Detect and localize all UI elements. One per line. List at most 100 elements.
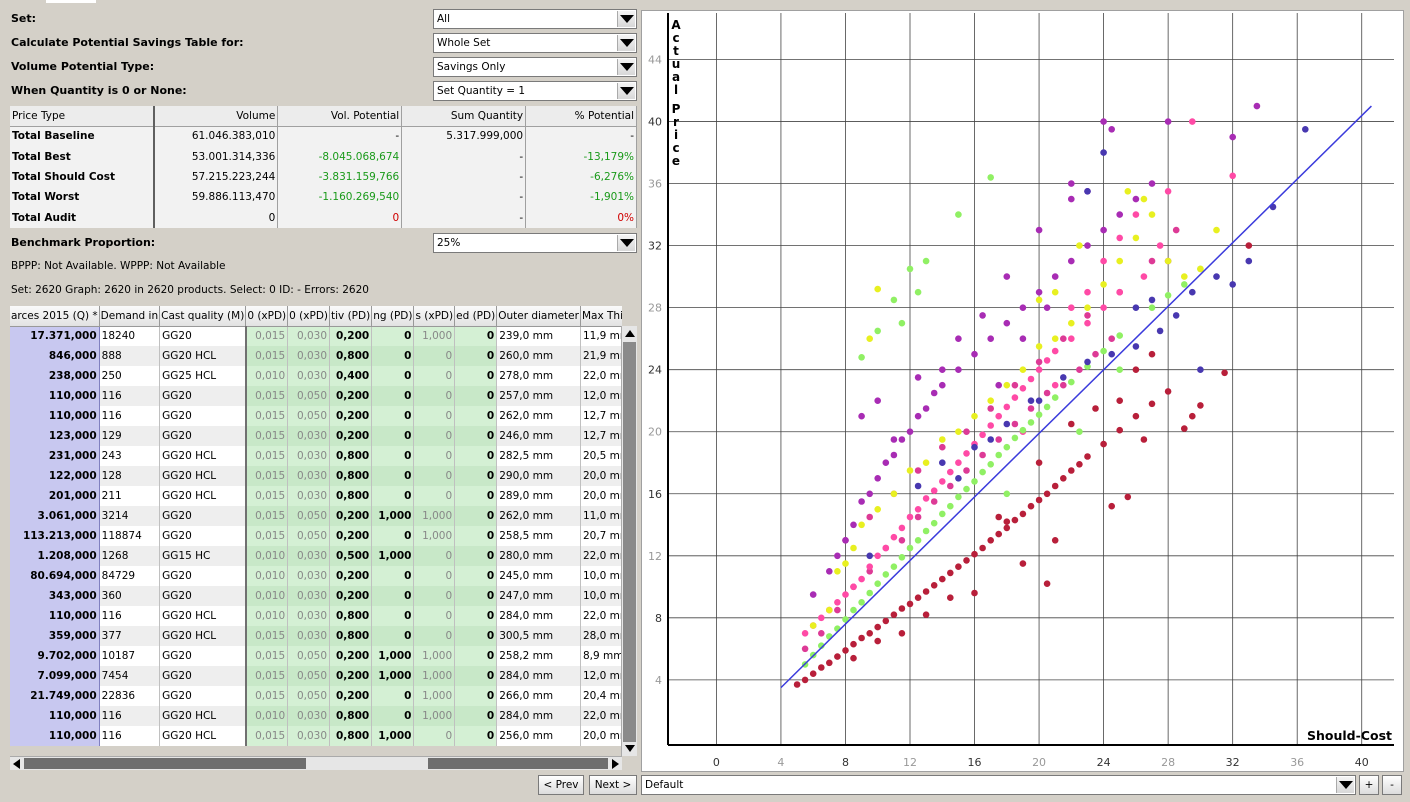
grid-row[interactable]: 113.213,000 118874 GG20 0,015 0,050 0,200 0 1,0… [10, 526, 622, 546]
grid-col-header[interactable]: arces 2015 (Q) * [10, 306, 100, 327]
data-point[interactable] [858, 354, 865, 361]
data-point[interactable] [1221, 369, 1228, 377]
data-point[interactable] [955, 335, 962, 343]
data-point[interactable] [1035, 226, 1043, 234]
data-point[interactable] [1100, 304, 1107, 312]
data-point[interactable] [914, 537, 922, 544]
data-point[interactable] [1140, 195, 1148, 203]
data-point[interactable] [939, 575, 946, 583]
data-point[interactable] [939, 366, 946, 374]
data-point[interactable] [1003, 524, 1011, 532]
col-price-type[interactable]: Price Type [10, 106, 155, 127]
data-point[interactable] [1019, 385, 1027, 392]
data-point[interactable] [1035, 397, 1043, 405]
data-point[interactable] [939, 436, 946, 443]
data-point[interactable] [1164, 118, 1172, 125]
data-point[interactable] [874, 506, 881, 513]
col-sum-quantity[interactable]: Sum Quantity [401, 106, 527, 127]
data-point[interactable] [1060, 335, 1067, 343]
data-point[interactable] [955, 563, 962, 570]
grid-row[interactable]: 21.749,000 22836 GG20 0,015 0,050 0,200 0 1,000… [10, 686, 622, 706]
data-point[interactable] [809, 670, 817, 677]
data-point[interactable] [1076, 461, 1083, 468]
data-point[interactable] [1068, 420, 1075, 428]
grid-row[interactable]: 846,000 888 GG20 HCL 0,015 0,030 0,800 0 0 0 260,… [10, 346, 622, 366]
data-point[interactable] [1189, 118, 1196, 125]
data-point[interactable] [898, 605, 906, 612]
data-point[interactable] [834, 552, 841, 560]
data-point[interactable] [955, 493, 962, 501]
data-point[interactable] [890, 490, 898, 498]
grid-row[interactable]: 123,000 129 GG20 0,015 0,030 0,200 0 0 0 246,0 mm… [10, 426, 622, 446]
data-point[interactable] [979, 544, 986, 552]
data-point[interactable] [1245, 242, 1253, 249]
data-point[interactable] [1003, 443, 1011, 451]
col-pct-potential[interactable]: % Potential [525, 106, 637, 127]
data-point[interactable] [955, 428, 962, 436]
data-point[interactable] [874, 623, 881, 631]
grid-row[interactable]: 7.099,000 7454 GG20 0,015 0,050 0,200 1,000 1,0… [10, 666, 622, 686]
grid-horizontal-scrollbar[interactable] [10, 756, 622, 770]
data-point[interactable] [1116, 397, 1123, 405]
data-point[interactable] [1068, 257, 1075, 265]
data-point[interactable] [1043, 357, 1051, 364]
data-point[interactable] [1084, 358, 1091, 366]
data-point[interactable] [890, 533, 898, 541]
col-volume[interactable]: Volume [153, 106, 279, 127]
data-point[interactable] [801, 630, 809, 637]
data-point[interactable] [1156, 327, 1164, 335]
data-point[interactable] [995, 436, 1002, 443]
grid-col-header[interactable]: Outer diameter [496, 306, 581, 327]
data-point[interactable] [1148, 211, 1156, 218]
data-point[interactable] [1148, 296, 1156, 304]
data-point[interactable] [1124, 188, 1132, 195]
grid-row[interactable]: 343,000 360 GG20 0,010 0,030 0,200 0 0 0 247,0 mm… [10, 586, 622, 606]
chevron-down-icon[interactable] [1336, 777, 1354, 793]
set-dropdown[interactable]: All [433, 9, 637, 29]
data-point[interactable] [914, 288, 922, 296]
grid-col-header[interactable]: s (xPD) [413, 306, 456, 327]
data-point[interactable] [1084, 304, 1091, 312]
data-point[interactable] [1189, 288, 1196, 296]
data-point[interactable] [1051, 335, 1059, 343]
data-point[interactable] [971, 350, 978, 358]
calc-dropdown[interactable]: Whole Set [433, 33, 637, 53]
data-point[interactable] [882, 544, 890, 552]
data-point[interactable] [971, 550, 978, 558]
data-point[interactable] [1116, 332, 1123, 339]
data-point[interactable] [890, 563, 898, 570]
data-point[interactable] [971, 443, 978, 451]
data-point[interactable] [1035, 343, 1043, 350]
grid-row[interactable]: 201,000 211 GG20 HCL 0,015 0,030 0,800 0 0 0 289,… [10, 486, 622, 506]
data-point[interactable] [971, 478, 978, 485]
data-point[interactable] [947, 594, 954, 601]
data-point[interactable] [979, 312, 986, 319]
scroll-down-icon[interactable] [625, 745, 635, 752]
data-point[interactable] [987, 405, 994, 412]
data-point[interactable] [995, 530, 1002, 538]
data-point[interactable] [858, 599, 865, 606]
data-point[interactable] [1172, 312, 1180, 319]
scroll-thumb[interactable] [623, 342, 636, 742]
data-point[interactable] [914, 467, 922, 474]
benchmark-dropdown[interactable]: 25% [433, 233, 637, 253]
data-point[interactable] [1027, 375, 1035, 383]
data-point[interactable] [939, 510, 946, 518]
data-point[interactable] [818, 614, 825, 622]
scroll-right-icon[interactable] [612, 759, 619, 769]
grid-row[interactable]: 17.371,000 18240 GG20 0,015 0,030 0,200 0 1,000… [10, 326, 622, 346]
data-point[interactable] [1116, 366, 1123, 374]
summary-row[interactable]: Total Audit 0 0-0% [10, 207, 637, 228]
data-point[interactable] [963, 557, 970, 564]
data-point[interactable] [1124, 493, 1132, 501]
data-point[interactable] [1100, 281, 1107, 288]
grid-row[interactable]: 110,000 116 GG20 0,015 0,050 0,200 0 0 0 262,0 mm… [10, 406, 622, 426]
data-point[interactable] [801, 676, 809, 684]
data-point[interactable] [1051, 288, 1059, 296]
data-point[interactable] [906, 265, 914, 273]
summary-row[interactable]: Total Baseline 61.046.383,010-5.317.999,0… [10, 126, 637, 147]
data-point[interactable] [1132, 211, 1140, 218]
data-point[interactable] [882, 571, 890, 578]
data-point[interactable] [882, 459, 890, 467]
col-vol-potential[interactable]: Vol. Potential [277, 106, 403, 127]
